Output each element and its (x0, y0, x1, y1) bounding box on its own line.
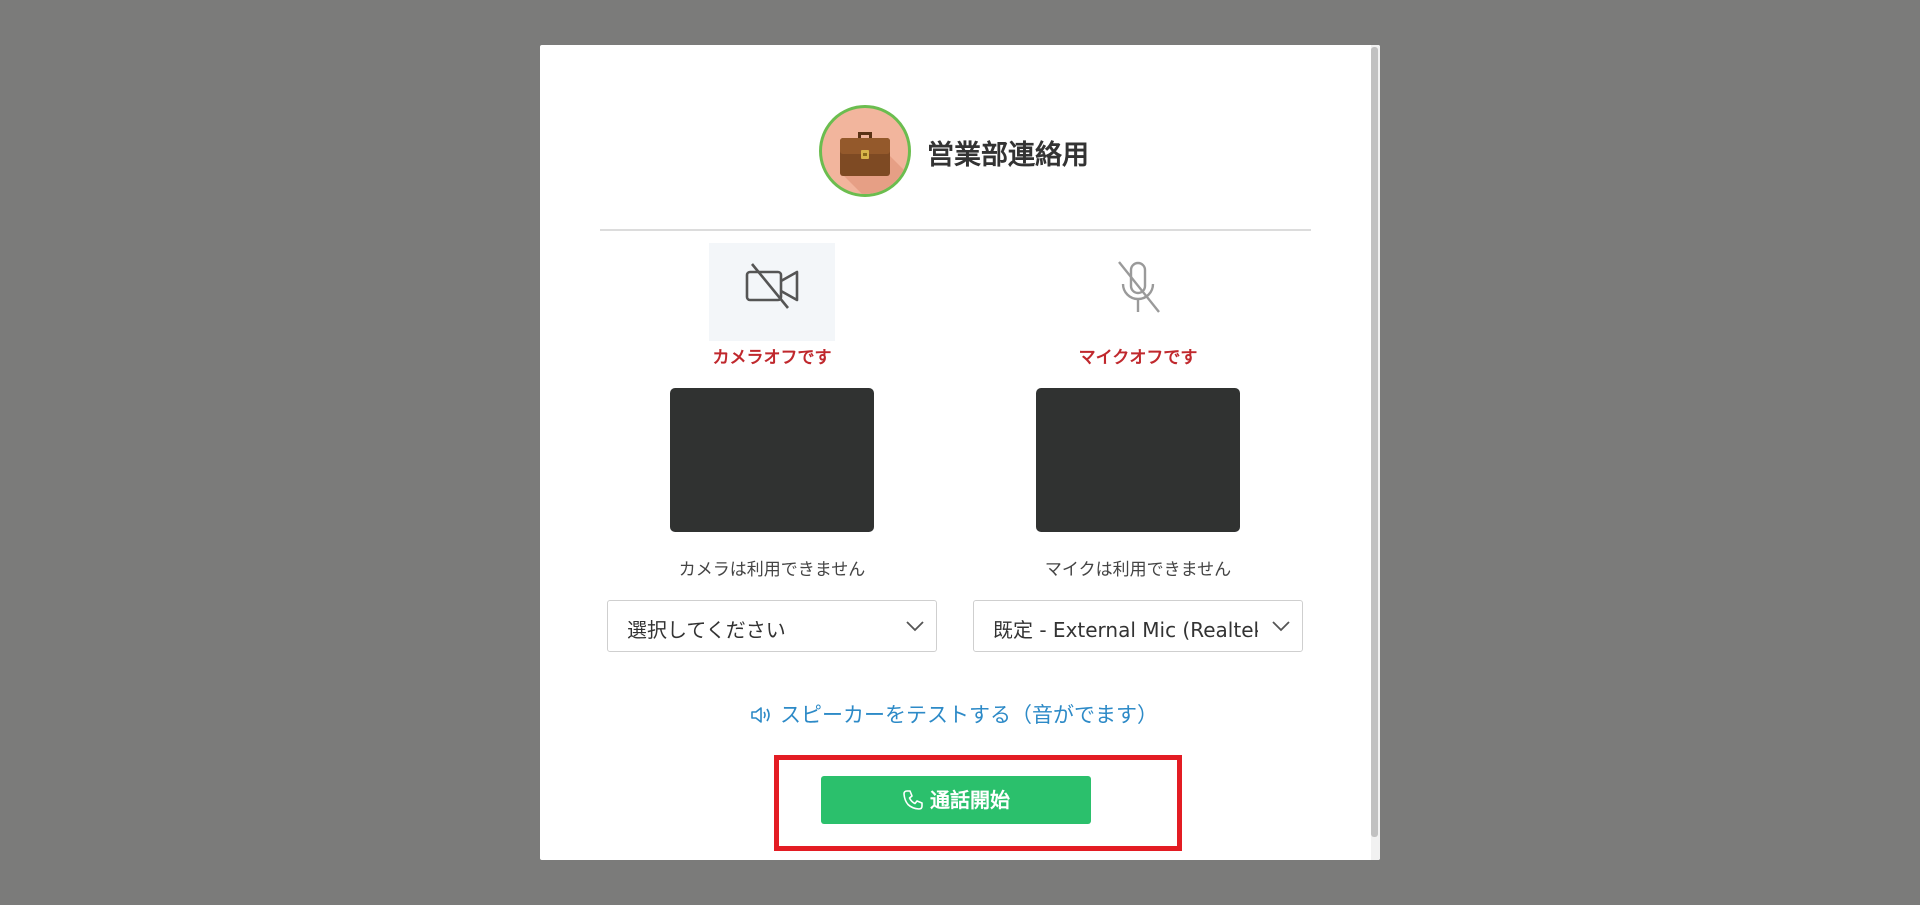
scrollbar-thumb[interactable] (1371, 47, 1378, 837)
phone-icon (903, 790, 923, 810)
camera-select-value: 選択してください (627, 618, 786, 642)
camera-select[interactable]: 選択してください (607, 600, 937, 652)
group-name: 営業部連絡用 (927, 140, 1089, 171)
speaker-icon (751, 707, 770, 723)
mic-status-label: マイクオフです (1078, 348, 1198, 368)
speaker-test-label: スピーカーをテストする（音がでます） (780, 703, 1158, 727)
mic-unavailable-text: マイクは利用できません (1044, 560, 1232, 580)
start-call-button[interactable]: 通話開始 (821, 776, 1091, 824)
speaker-test-link[interactable]: スピーカーをテストする（音がでます） (750, 699, 1158, 729)
call-setup-dialog: 営業部連絡用 カメラオフです カメラは利用できません 選択してください マイクオ… (540, 45, 1380, 860)
briefcase-icon (840, 132, 908, 194)
mic-select-value: 既定 - External Mic (Realtek( (993, 618, 1258, 642)
mic-preview (1036, 388, 1240, 532)
camera-off-icon (745, 263, 799, 309)
camera-section: カメラオフです カメラは利用できません 選択してください (607, 243, 937, 663)
start-call-label: 通話開始 (930, 788, 1010, 812)
chevron-down-icon (1272, 621, 1290, 632)
mic-off-icon (1118, 261, 1160, 313)
divider (600, 229, 1311, 231)
mic-section: マイクオフです マイクは利用できません 既定 - External Mic (R… (973, 243, 1303, 663)
mic-select[interactable]: 既定 - External Mic (Realtek( (973, 600, 1303, 652)
camera-toggle-button[interactable] (709, 243, 835, 341)
camera-preview (670, 388, 874, 532)
group-avatar (819, 105, 911, 197)
chevron-down-icon (906, 621, 924, 632)
dialog-header: 営業部連絡用 (540, 105, 1371, 197)
mic-toggle-button[interactable] (1075, 243, 1201, 341)
camera-unavailable-text: カメラは利用できません (678, 560, 866, 580)
camera-status-label: カメラオフです (712, 348, 832, 368)
